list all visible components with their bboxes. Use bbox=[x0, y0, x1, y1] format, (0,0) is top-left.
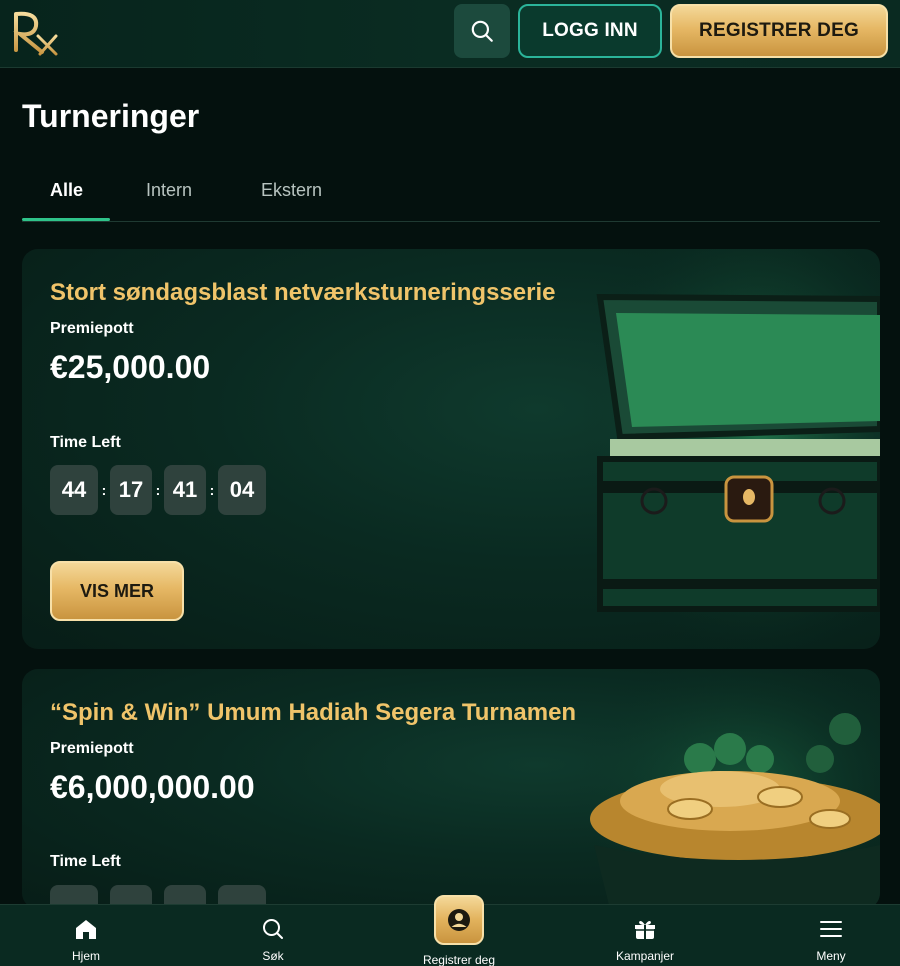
timer-days: 44 bbox=[50, 465, 98, 515]
timer-separator: : bbox=[209, 482, 215, 498]
tournament-tabs: Alle Intern Ekstern bbox=[22, 166, 880, 222]
timer-hours: 17 bbox=[110, 465, 152, 515]
countdown-timer: 44 : 17 : 41 : 04 bbox=[50, 465, 266, 515]
pot-of-gold-image bbox=[580, 669, 880, 909]
nav-label-menu: Meny bbox=[816, 949, 846, 963]
tournament-title: “Spin & Win” Umum Hadiah Segera Turnamen bbox=[50, 699, 577, 726]
brand-logo[interactable] bbox=[12, 6, 60, 58]
timer-separator: : bbox=[155, 482, 161, 498]
tournament-card: “Spin & Win” Umum Hadiah Segera Turnamen… bbox=[22, 669, 880, 909]
active-tab-indicator bbox=[22, 218, 110, 221]
treasure-chest-image bbox=[580, 249, 880, 649]
prize-amount: €6,000,000.00 bbox=[50, 769, 255, 805]
time-left-label: Time Left bbox=[50, 434, 121, 451]
search-icon bbox=[261, 917, 285, 941]
tab-alle[interactable]: Alle bbox=[50, 180, 83, 201]
page-title: Turneringer bbox=[22, 98, 200, 134]
timer-minutes: 41 bbox=[164, 465, 206, 515]
top-header: LOGG INN REGISTRER DEG bbox=[0, 0, 900, 68]
nav-item-campaigns[interactable]: Kampanjer bbox=[590, 905, 700, 966]
tab-intern[interactable]: Intern bbox=[146, 180, 192, 201]
tab-ekstern[interactable]: Ekstern bbox=[261, 180, 322, 201]
home-icon bbox=[73, 917, 99, 941]
login-button[interactable]: LOGG INN bbox=[518, 4, 662, 58]
nav-item-home[interactable]: Hjem bbox=[31, 905, 141, 966]
gift-icon bbox=[633, 917, 657, 941]
nav-label-home: Hjem bbox=[71, 949, 100, 963]
timer-seconds: 04 bbox=[218, 465, 266, 515]
nav-item-menu[interactable]: Meny bbox=[776, 905, 886, 966]
tournament-card: Stort søndagsblast netværksturneringsser… bbox=[22, 249, 880, 649]
prize-label: Premiepott bbox=[50, 740, 134, 757]
nav-item-search[interactable]: Søk bbox=[218, 905, 328, 966]
timer-separator: : bbox=[101, 482, 107, 498]
vis-mer-button[interactable]: VIS MER bbox=[50, 561, 184, 621]
bottom-navigation: Hjem Søk Registrer deg Kampanjer Meny bbox=[0, 895, 900, 966]
menu-icon bbox=[819, 917, 843, 941]
prize-amount: €25,000.00 bbox=[50, 349, 211, 385]
register-button[interactable]: REGISTRER DEG bbox=[670, 4, 888, 58]
prize-label: Premiepott bbox=[50, 320, 134, 337]
nav-item-register[interactable]: Registrer deg bbox=[404, 905, 514, 966]
nav-label-campaigns: Kampanjer bbox=[615, 949, 675, 963]
tournament-title: Stort søndagsblast netværksturneringsser… bbox=[50, 279, 556, 306]
search-icon bbox=[471, 20, 493, 42]
header-search-button[interactable] bbox=[454, 4, 510, 58]
nav-label-search: Søk bbox=[262, 949, 284, 963]
nav-label-register: Registrer deg bbox=[422, 953, 496, 966]
time-left-label: Time Left bbox=[50, 853, 121, 870]
